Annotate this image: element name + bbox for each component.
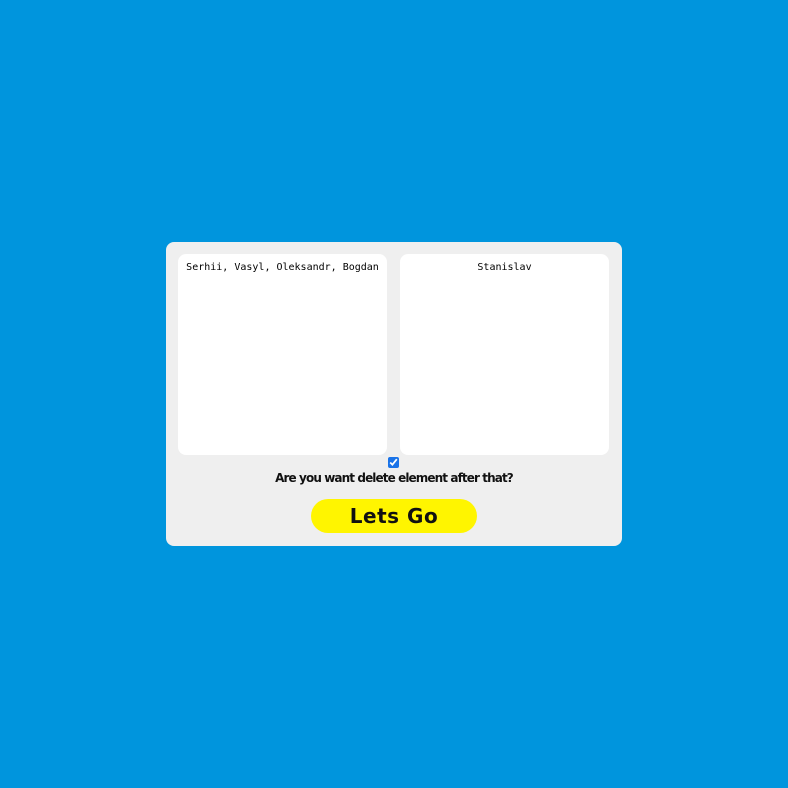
source-names-textarea[interactable]: Serhii, Vasyl, Oleksandr, Bogdan xyxy=(178,254,387,455)
result-names-textarea[interactable]: Stanislav xyxy=(400,254,609,455)
delete-question-label: Are you want delete element after that? xyxy=(275,471,514,485)
delete-element-checkbox[interactable] xyxy=(388,457,399,468)
lets-go-button[interactable]: Lets Go xyxy=(311,499,477,533)
form-card: Serhii, Vasyl, Oleksandr, Bogdan Stanisl… xyxy=(166,242,622,546)
